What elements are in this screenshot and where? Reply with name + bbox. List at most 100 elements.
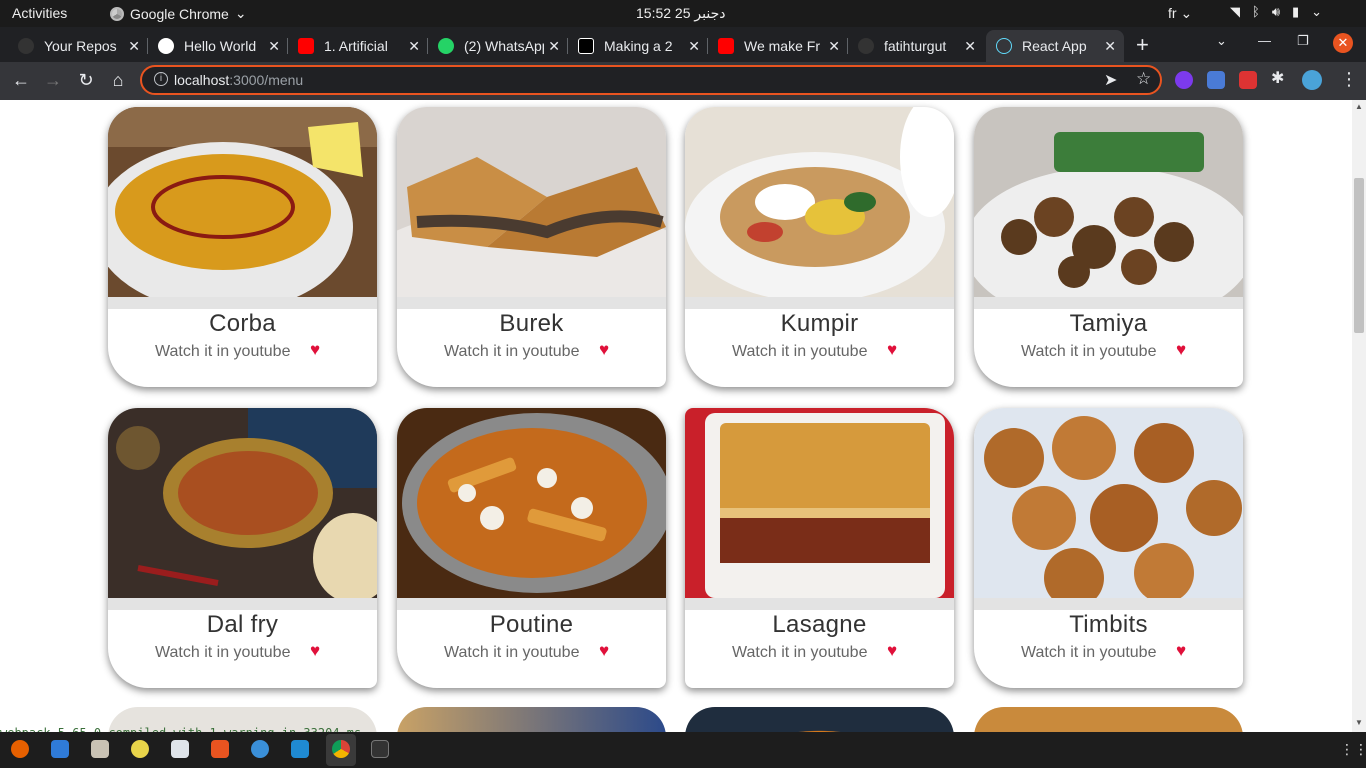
translate-extension-icon[interactable] <box>1207 71 1225 89</box>
menu-card-partial[interactable] <box>397 707 666 732</box>
youtube-link[interactable]: Watch it in youtube <box>1021 644 1156 662</box>
files-icon[interactable] <box>91 740 109 758</box>
address-bar[interactable]: i localhost:3000/menu ➤ ☆ <box>140 65 1162 95</box>
back-button[interactable]: ← <box>10 70 32 91</box>
scroll-up-icon[interactable]: ▲ <box>1355 102 1363 111</box>
keyboard-layout-indicator[interactable]: fr ⌄ <box>1168 5 1192 22</box>
home-button[interactable]: ⌂ <box>107 70 129 91</box>
menu-card[interactable]: Kumpir Watch it in youtube ♥ <box>685 107 954 387</box>
heart-icon[interactable]: ♥ <box>887 340 897 360</box>
chrome-icon <box>110 6 124 21</box>
menu-card[interactable]: Timbits Watch it in youtube ♥ <box>974 408 1243 688</box>
menu-card[interactable]: Dal fry Watch it in youtube ♥ <box>108 408 377 688</box>
tab-title: (2) WhatsApp <box>464 38 544 54</box>
heart-icon[interactable]: ♥ <box>599 641 609 661</box>
close-icon[interactable]: ✕ <box>268 38 280 55</box>
lasagne-photo <box>685 408 954 598</box>
close-icon[interactable]: ✕ <box>128 38 140 55</box>
close-icon[interactable]: ✕ <box>408 38 420 55</box>
volume-icon: 🔊︎ <box>1271 4 1281 19</box>
url-host: localhost <box>174 72 230 88</box>
maximize-button[interactable]: ❐ <box>1297 33 1309 49</box>
forward-button[interactable]: → <box>42 70 64 91</box>
minimize-button[interactable]: — <box>1258 33 1271 48</box>
bookmark-star-icon[interactable]: ☆ <box>1136 69 1151 89</box>
menu-card[interactable]: Burek Watch it in youtube ♥ <box>397 107 666 387</box>
youtube-link[interactable]: Watch it in youtube <box>444 343 579 361</box>
youtube-link[interactable]: Watch it in youtube <box>155 343 290 361</box>
page-scrollbar[interactable]: ▲ ▼ <box>1352 100 1366 732</box>
dish-name: Timbits <box>1069 611 1148 638</box>
app-menu[interactable]: Google Chrome ⌄ <box>110 5 247 22</box>
menu-card[interactable]: Tamiya Watch it in youtube ♥ <box>974 107 1243 387</box>
tab-your-repos[interactable]: Your Repos ✕ <box>8 30 148 62</box>
react-icon <box>996 38 1012 54</box>
menu-card[interactable]: Corba Watch it in youtube ♥ <box>108 107 377 387</box>
tab-hello-world[interactable]: Hello World ✕ <box>148 30 288 62</box>
tab-artificial[interactable]: 1. Artificial ✕ <box>288 30 428 62</box>
chrome-icon[interactable] <box>332 740 350 758</box>
youtube-link[interactable]: Watch it in youtube <box>732 644 867 662</box>
menu-card[interactable]: Poutine Watch it in youtube ♥ <box>397 408 666 688</box>
activities-button[interactable]: Activities <box>12 5 67 21</box>
taskbar-dock: ⋮⋮⋮ <box>0 732 1366 768</box>
tamiya-photo <box>974 107 1243 297</box>
clock[interactable]: 15:52 25 دجنبر <box>636 5 725 22</box>
address-url[interactable]: localhost:3000/menu <box>174 72 303 88</box>
dal-fry-photo <box>108 408 377 598</box>
thunderbird-icon[interactable] <box>51 740 69 758</box>
youtube-link[interactable]: Watch it in youtube <box>1021 343 1156 361</box>
firefox-icon[interactable] <box>11 740 29 758</box>
menu-card-partial[interactable] <box>685 707 954 732</box>
kebab-menu-icon[interactable]: ⋮ <box>1340 69 1358 90</box>
tab-react-app[interactable]: React App ✕ <box>986 30 1124 62</box>
menu-card-partial[interactable] <box>974 707 1243 732</box>
extension-icon[interactable] <box>1239 71 1257 89</box>
youtube-link[interactable]: Watch it in youtube <box>732 343 867 361</box>
close-window-button[interactable]: ✕ <box>1333 33 1353 53</box>
close-icon[interactable]: ✕ <box>828 38 840 55</box>
youtube-link[interactable]: Watch it in youtube <box>444 644 579 662</box>
tab-search-icon[interactable]: ⌄ <box>1216 33 1227 49</box>
tab-title: Hello World <box>184 38 257 54</box>
menu-card[interactable]: Lasagne Watch it in youtube ♥ <box>685 408 954 688</box>
tab-making-a-2[interactable]: Making a 2 ✕ <box>568 30 708 62</box>
new-tab-button[interactable]: + <box>1136 32 1149 58</box>
send-tab-icon[interactable]: ➤ <box>1104 70 1117 90</box>
heart-icon[interactable]: ♥ <box>1176 340 1186 360</box>
youtube-link[interactable]: Watch it in youtube <box>155 644 290 662</box>
info-icon[interactable]: i <box>154 72 168 86</box>
tab-we-make[interactable]: We make Fr ✕ <box>708 30 848 62</box>
burek-photo <box>397 107 666 297</box>
scroll-down-icon[interactable]: ▼ <box>1355 718 1363 727</box>
page-viewport: Corba Watch it in youtube ♥ Burek Watch … <box>0 100 1352 732</box>
text-editor-icon[interactable] <box>171 740 189 758</box>
heart-icon[interactable]: ♥ <box>887 641 897 661</box>
system-tray[interactable]: ◥ ᛒ 🔊︎ ▮ ⌄ <box>1230 4 1322 20</box>
close-icon[interactable]: ✕ <box>1104 38 1116 55</box>
close-icon[interactable]: ✕ <box>964 38 976 55</box>
help-icon[interactable] <box>251 740 269 758</box>
system-top-bar: Activities Google Chrome ⌄ 15:52 25 دجنب… <box>0 0 1366 27</box>
vscode-icon[interactable] <box>291 740 309 758</box>
tab-fatihturgut[interactable]: fatihturgut ✕ <box>848 30 984 62</box>
terminal-icon[interactable] <box>371 740 389 758</box>
dark-mode-extension-icon[interactable] <box>1175 71 1193 89</box>
scrollbar-thumb[interactable] <box>1354 178 1364 333</box>
show-applications-icon[interactable]: ⋮⋮⋮ <box>1340 741 1366 758</box>
close-icon[interactable]: ✕ <box>548 38 560 55</box>
software-icon[interactable] <box>211 740 229 758</box>
reload-button[interactable]: ↻ <box>75 70 97 91</box>
puzzle-icon[interactable]: ✱ <box>1271 68 1289 87</box>
heart-icon[interactable]: ♥ <box>310 340 320 360</box>
tab-title: Making a 2 <box>604 38 673 54</box>
rhythmbox-icon[interactable] <box>131 740 149 758</box>
chevron-down-icon: ⌄ <box>1311 4 1323 19</box>
close-icon[interactable]: ✕ <box>688 38 700 55</box>
heart-icon[interactable]: ♥ <box>599 340 609 360</box>
tab-whatsapp[interactable]: (2) WhatsApp ✕ <box>428 30 568 62</box>
dev-icon <box>578 38 594 54</box>
avatar[interactable] <box>1302 70 1322 90</box>
heart-icon[interactable]: ♥ <box>1176 641 1186 661</box>
heart-icon[interactable]: ♥ <box>310 641 320 661</box>
